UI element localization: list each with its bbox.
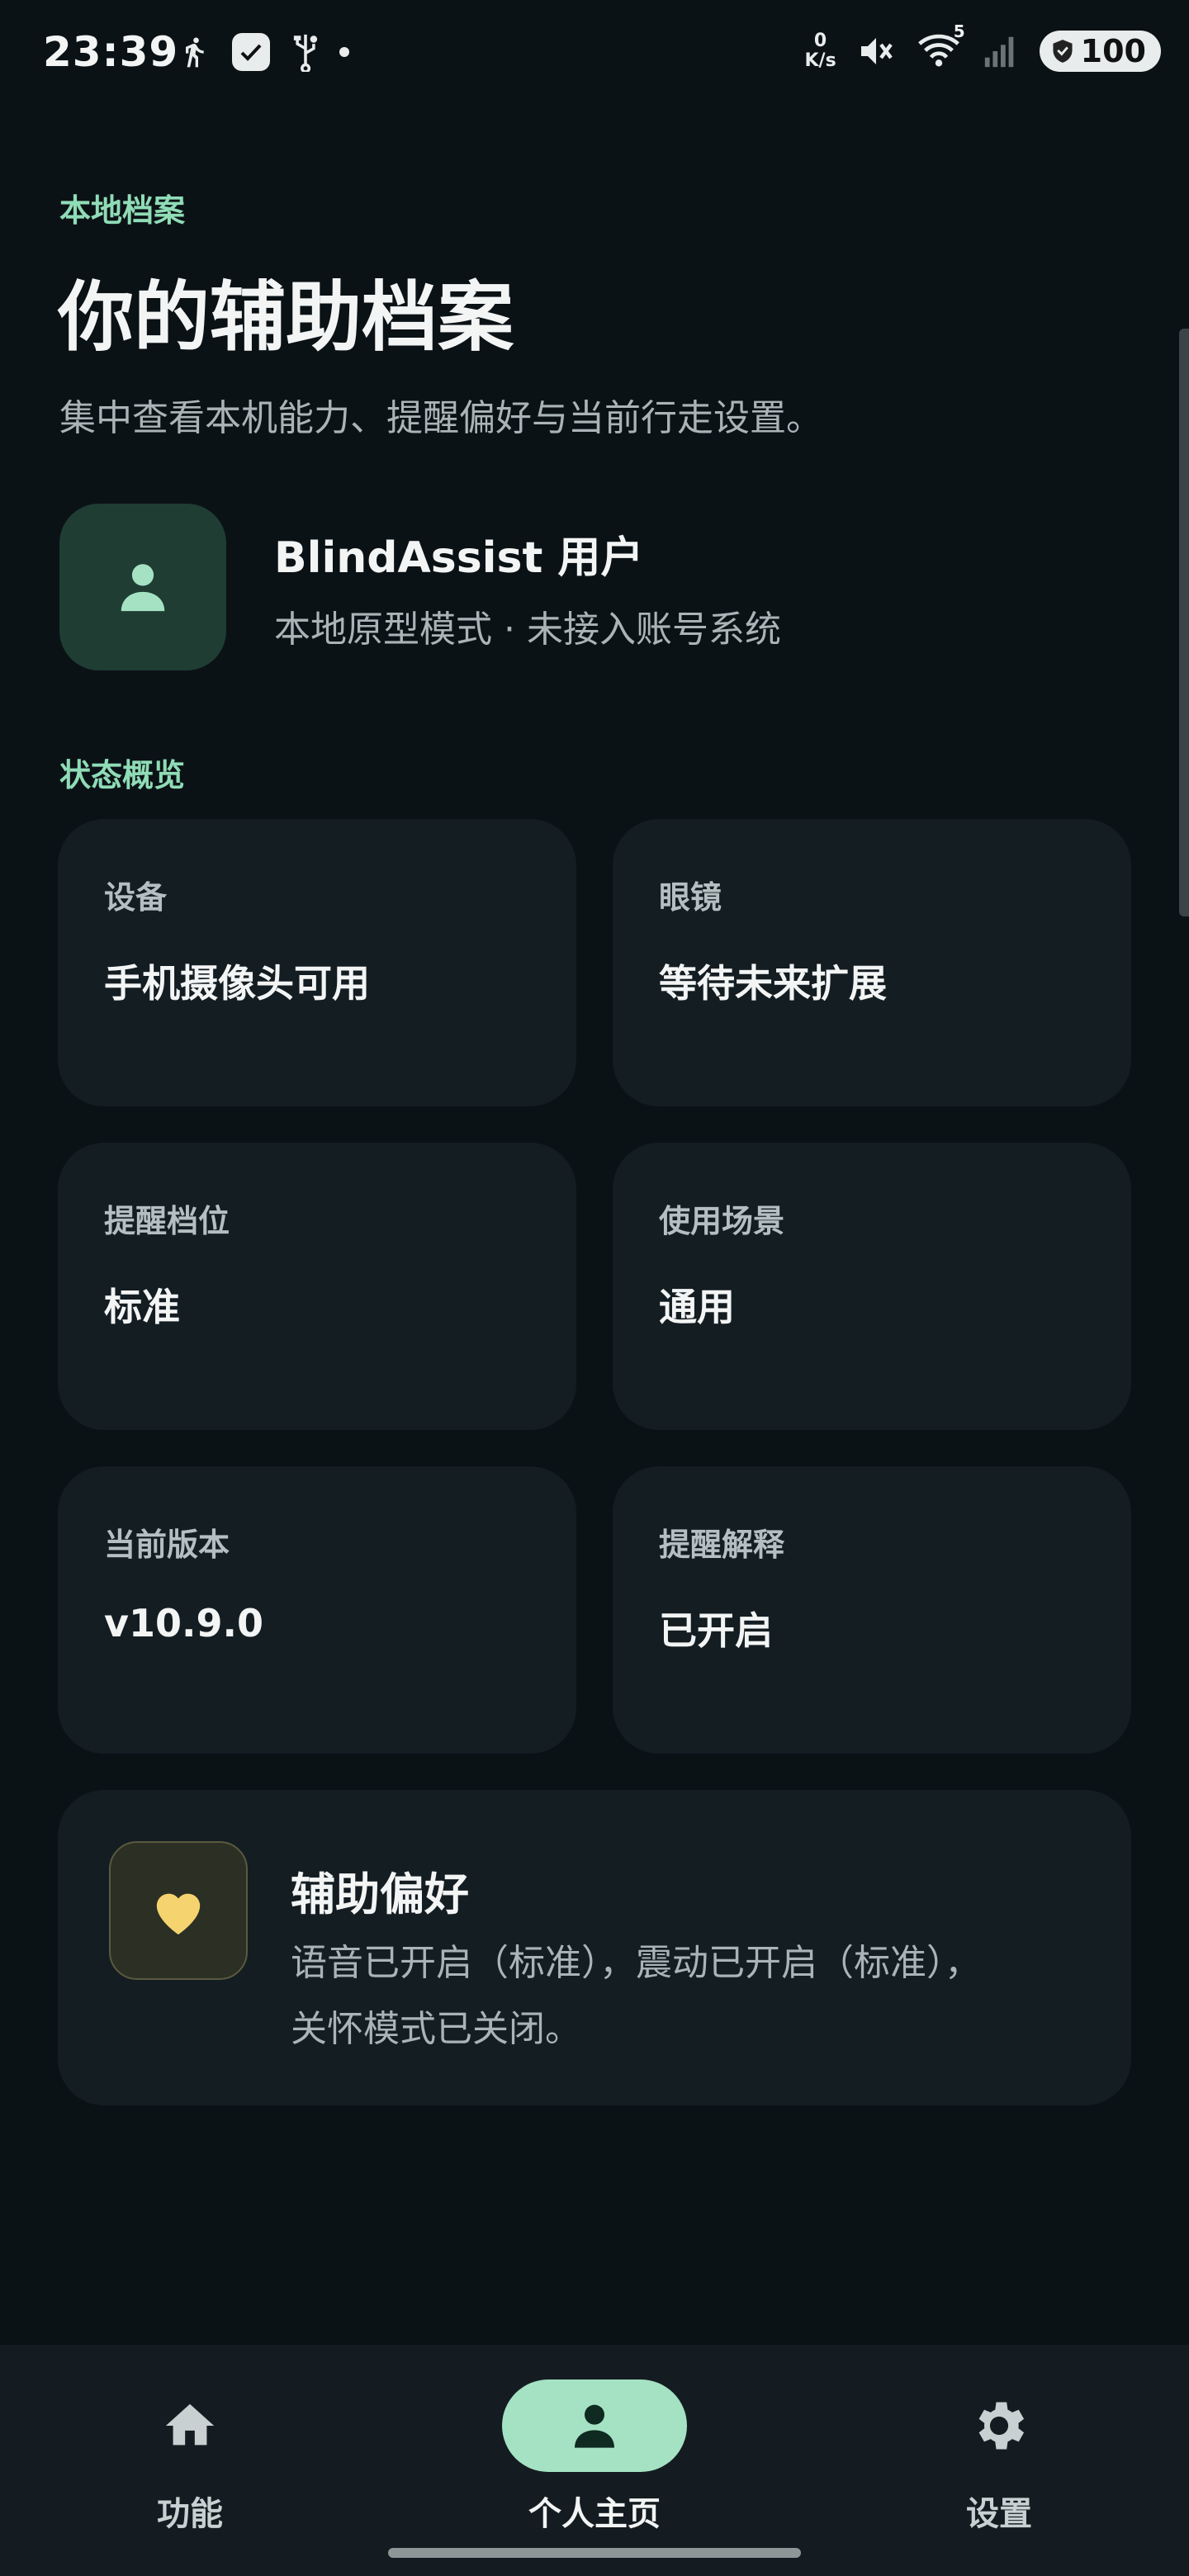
battery-indicator: 100 — [1039, 31, 1161, 72]
network-speed: 0 K/s — [804, 31, 836, 71]
home-icon — [165, 2403, 215, 2446]
shield-icon — [1053, 40, 1073, 63]
clock: 23:39 — [43, 28, 179, 76]
avatar — [59, 504, 226, 670]
nav-item-features[interactable]: 功能 — [66, 2379, 314, 2535]
home-indicator[interactable] — [388, 2548, 801, 2558]
wifi-status: 5 — [916, 21, 965, 73]
person-icon — [575, 2404, 614, 2448]
preference-title: 辅助偏好 — [291, 1868, 469, 1920]
nav-label: 个人主页 — [528, 2495, 661, 2533]
bottom-navigation: 功能 个人主页 设置 — [0, 2345, 1189, 2576]
status-card-alert-level: 提醒档位 标准 — [58, 1143, 576, 1430]
heart-icon-container — [109, 1841, 248, 1980]
profile-name: BlindAssist 用户 — [274, 533, 644, 583]
card-label: 提醒档位 — [104, 1203, 230, 1239]
status-card-alert-explain: 提醒解释 已开启 — [613, 1466, 1131, 1754]
overview-section-label: 状态概览 — [59, 757, 186, 793]
page-title: 你的辅助档案 — [58, 273, 514, 362]
card-value: 标准 — [104, 1285, 180, 1329]
gear-icon — [978, 2402, 1025, 2450]
nav-label: 功能 — [157, 2495, 223, 2533]
status-card-version: 当前版本 v10.9.0 — [58, 1466, 576, 1754]
usb-icon — [293, 34, 318, 72]
card-label: 当前版本 — [104, 1527, 230, 1563]
nav-icon-wrap — [97, 2379, 282, 2472]
nav-icon-wrap — [907, 2379, 1092, 2472]
card-value: v10.9.0 — [104, 1601, 263, 1646]
battery-level: 100 — [1080, 33, 1146, 69]
card-label: 使用场景 — [659, 1203, 785, 1239]
status-card-glasses: 眼镜 等待未来扩展 — [613, 819, 1131, 1106]
running-icon — [186, 37, 204, 68]
profile-mode: 本地原型模式 · 未接入账号系统 — [274, 608, 781, 651]
status-card-scenario: 使用场景 通用 — [613, 1143, 1131, 1430]
nav-item-profile[interactable]: 个人主页 — [471, 2379, 718, 2535]
scrollbar[interactable] — [1179, 329, 1189, 916]
mute-icon — [860, 38, 893, 64]
page-subtitle: 集中查看本机能力、提醒偏好与当前行走设置。 — [59, 397, 822, 439]
assist-preference-card[interactable]: 辅助偏好 语音已开启（标准），震动已开启（标准），关怀模式已关闭。 — [58, 1790, 1131, 2105]
section-eyebrow: 本地档案 — [59, 192, 186, 229]
card-value: 等待未来扩展 — [659, 961, 887, 1006]
card-label: 眼镜 — [659, 879, 722, 916]
status-card-grid: 设备 手机摄像头可用 眼镜 等待未来扩展 提醒档位 标准 使用场景 通用 当前版… — [58, 819, 1131, 1754]
card-value: 手机摄像头可用 — [104, 961, 370, 1006]
nav-item-settings[interactable]: 设置 — [875, 2379, 1123, 2535]
signal-icon — [984, 36, 1014, 68]
app-badge-icon — [232, 33, 270, 71]
card-value: 通用 — [659, 1285, 735, 1329]
person-icon — [121, 564, 165, 612]
wifi-badge: 5 — [953, 21, 965, 41]
nav-label: 设置 — [966, 2495, 1032, 2533]
card-label: 设备 — [104, 879, 168, 916]
preference-description: 语音已开启（标准），震动已开启（标准），关怀模式已关闭。 — [291, 1942, 981, 2050]
heart-icon — [156, 1893, 201, 1935]
status-bar: 23:39 0 K/s 5 100 — [0, 0, 1189, 116]
profile-summary: BlindAssist 用户 本地原型模式 · 未接入账号系统 — [59, 504, 781, 670]
notification-dot — [339, 47, 349, 57]
nav-icon-wrap-active — [502, 2379, 687, 2472]
card-label: 提醒解释 — [659, 1527, 785, 1563]
status-card-device: 设备 手机摄像头可用 — [58, 819, 576, 1106]
card-value: 已开启 — [659, 1608, 773, 1653]
